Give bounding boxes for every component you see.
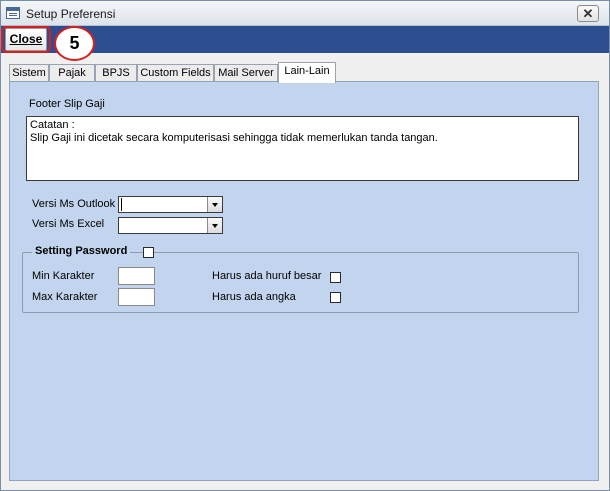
chevron-down-icon[interactable]: [207, 218, 222, 233]
tab-lain-lain[interactable]: Lain-Lain: [278, 62, 336, 83]
setting-password-group: [22, 252, 579, 313]
uppercase-required-label: Harus ada huruf besar: [212, 270, 322, 282]
setting-password-label: Setting Password: [35, 245, 128, 257]
footer-slip-label: Footer Slip Gaji: [29, 98, 105, 110]
footer-line-1: Catatan :: [30, 119, 75, 131]
min-karakter-input[interactable]: [118, 267, 155, 285]
max-karakter-label: Max Karakter: [32, 291, 98, 303]
setting-password-checkbox[interactable]: [143, 247, 154, 258]
excel-version-label: Versi Ms Excel: [32, 218, 105, 230]
excel-version-select[interactable]: [118, 217, 223, 234]
window-title: Setup Preferensi: [26, 7, 116, 21]
step-badge: 5: [54, 26, 95, 61]
outlook-version-label: Versi Ms Outlook: [32, 198, 116, 210]
max-karakter-input[interactable]: [118, 288, 155, 306]
tab-bpjs[interactable]: BPJS: [95, 64, 137, 82]
min-karakter-label: Min Karakter: [32, 270, 95, 282]
number-required-checkbox[interactable]: [330, 292, 341, 303]
footer-slip-textarea[interactable]: Catatan : Slip Gaji ini dicetak secara k…: [26, 116, 579, 181]
setting-password-title: Setting Password: [32, 245, 131, 257]
chevron-down-icon[interactable]: [207, 197, 222, 212]
number-required-label: Harus ada angka: [212, 291, 296, 303]
close-button[interactable]: Close: [5, 28, 47, 51]
tab-custom-fields[interactable]: Custom Fields: [137, 64, 214, 82]
tab-pajak[interactable]: Pajak: [49, 64, 95, 82]
tab-mail-server[interactable]: Mail Server: [214, 64, 278, 82]
title-bar: Setup Preferensi ✕: [1, 1, 609, 26]
form-icon: [6, 7, 20, 19]
outlook-version-select[interactable]: [118, 196, 223, 213]
uppercase-required-checkbox[interactable]: [330, 272, 341, 283]
footer-line-2: Slip Gaji ini dicetak secara komputerisa…: [30, 132, 438, 144]
text-cursor: [121, 198, 122, 211]
window-close-button[interactable]: ✕: [577, 5, 599, 22]
tab-sistem[interactable]: Sistem: [9, 64, 49, 82]
